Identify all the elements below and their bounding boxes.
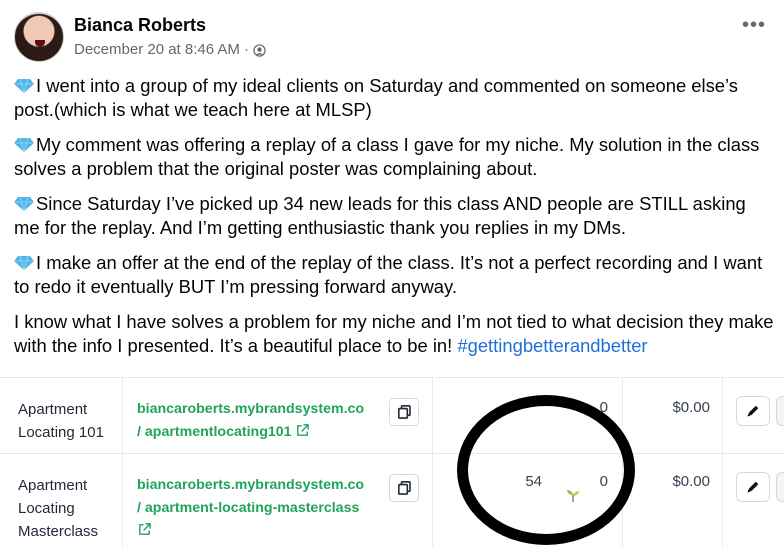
revenue-value: $0.00 bbox=[672, 473, 710, 490]
hashtag-link[interactable]: #gettingbetterandbetter bbox=[457, 335, 647, 356]
post-paragraph: Since Saturday I’ve picked up 34 new lea… bbox=[14, 193, 746, 238]
pencil-icon bbox=[747, 405, 759, 417]
funnel-table: Apartment Locating 101 biancaroberts.myb… bbox=[0, 377, 784, 547]
copy-icon bbox=[397, 405, 411, 419]
page-url-link[interactable]: biancaroberts.mybrandsystem.co / apartme… bbox=[137, 474, 387, 543]
visits-count: 54 bbox=[525, 473, 542, 490]
gem-icon bbox=[14, 196, 34, 212]
post-timestamp[interactable]: December 20 at 8:46 AM bbox=[74, 41, 240, 58]
edit-button[interactable] bbox=[736, 472, 770, 502]
page-name-cell: Apartment Locating 101 bbox=[18, 401, 104, 441]
more-dots-icon[interactable]: ••• bbox=[742, 15, 766, 35]
sprout-icon bbox=[567, 490, 579, 502]
post-paragraph: I went into a group of my ideal clients … bbox=[14, 75, 738, 120]
table-row: Apartment Locating Masterclass biancarob… bbox=[0, 454, 784, 547]
copy-url-button[interactable] bbox=[389, 474, 419, 502]
gem-icon bbox=[14, 255, 34, 271]
row-action-button[interactable] bbox=[776, 396, 784, 426]
meta-separator: · bbox=[243, 41, 249, 58]
avatar[interactable] bbox=[14, 12, 64, 62]
revenue-value: $0.00 bbox=[672, 399, 710, 416]
table-row: Apartment Locating 101 biancaroberts.myb… bbox=[0, 378, 784, 454]
edit-button[interactable] bbox=[736, 396, 770, 426]
copy-icon bbox=[397, 481, 411, 495]
post-paragraph: I make an offer at the end of the replay… bbox=[14, 252, 763, 297]
page-name-cell: Apartment Locating Masterclass bbox=[18, 477, 99, 540]
page-url-link[interactable]: biancaroberts.mybrandsystem.co / apartme… bbox=[137, 398, 387, 444]
external-link-icon[interactable] bbox=[137, 522, 152, 537]
post-meta: December 20 at 8:46 AM · bbox=[74, 41, 266, 58]
copy-url-button[interactable] bbox=[389, 398, 419, 426]
pencil-icon bbox=[747, 481, 759, 493]
external-link-icon[interactable] bbox=[295, 423, 310, 438]
post-closing-paragraph: I know what I have solves a problem for … bbox=[14, 311, 774, 356]
author-name[interactable]: Bianca Roberts bbox=[74, 15, 206, 36]
sales-count: 0 bbox=[599, 473, 608, 490]
post-body: I went into a group of my ideal clients … bbox=[14, 74, 774, 369]
post-paragraph: My comment was offering a replay of a cl… bbox=[14, 134, 760, 179]
sales-count: 0 bbox=[599, 399, 608, 416]
gem-icon bbox=[14, 137, 34, 153]
globe-icon bbox=[253, 44, 266, 57]
post-header: Bianca Roberts December 20 at 8:46 AM · … bbox=[14, 12, 774, 64]
row-action-button[interactable] bbox=[776, 472, 784, 502]
gem-icon bbox=[14, 78, 34, 94]
